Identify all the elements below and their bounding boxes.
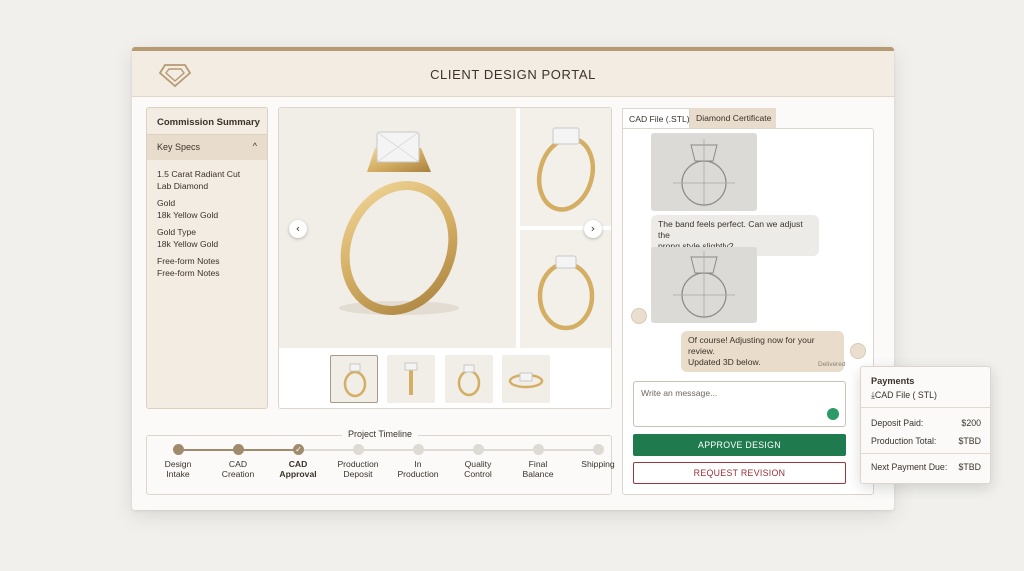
timeline-step-dot[interactable] xyxy=(413,444,424,455)
chevron-up-icon: ^ xyxy=(252,141,257,151)
spec-value: 18k Yellow Gold xyxy=(157,238,219,249)
key-specs-toggle[interactable]: Key Specs ^ xyxy=(147,135,267,160)
payment-row: Next Payment Due: $TBD xyxy=(871,462,981,472)
spec-label: 1.5 Carat Radiant Cut xyxy=(157,169,241,179)
spec-label: Gold Type xyxy=(157,227,197,237)
commission-summary-title: Commission Summary xyxy=(157,117,260,128)
header-bar: CLIENT DESIGN PORTAL xyxy=(132,47,894,97)
request-revision-button[interactable]: REQUEST REVISION xyxy=(633,462,846,484)
divider xyxy=(861,453,990,454)
approve-design-button[interactable]: APPROVE DESIGN xyxy=(633,434,846,456)
ring-illustration xyxy=(537,255,595,331)
ring-side-image[interactable] xyxy=(520,108,611,226)
timeline-step-dot[interactable] xyxy=(173,444,184,455)
spec-label: Gold xyxy=(157,198,176,208)
timeline-step-dot[interactable] xyxy=(353,444,364,455)
message-placeholder: Write an message... xyxy=(641,388,718,398)
gallery-thumbnail[interactable] xyxy=(330,355,378,403)
gallery-thumbnail[interactable] xyxy=(387,355,435,403)
page-title: CLIENT DESIGN PORTAL xyxy=(430,67,596,82)
cad-sketch-image[interactable] xyxy=(651,247,757,323)
timeline-step-dot[interactable] xyxy=(473,444,484,455)
key-specs-label: Key Specs xyxy=(157,142,201,152)
project-timeline: Project Timeline ✓ Design Intake CAD Creat… xyxy=(146,429,615,495)
next-image-button[interactable]: › xyxy=(584,220,602,238)
divider xyxy=(861,407,990,408)
message-input[interactable]: Write an message... xyxy=(633,381,846,427)
timeline-step-dot[interactable] xyxy=(593,444,604,455)
tab-cad-file[interactable]: CAD File (.STL) xyxy=(622,108,690,128)
tab-diamond-certificate[interactable]: Diamond Certificate xyxy=(690,108,776,128)
spec-item: Gold Type 18k Yellow Gold xyxy=(157,227,218,250)
spec-value: Lab Diamond xyxy=(157,180,209,191)
timeline-title: Project Timeline xyxy=(147,429,613,439)
timeline-step-dot[interactable] xyxy=(533,444,544,455)
commission-summary-panel: Commission Summary Key Specs ^ 1.5 Carat… xyxy=(146,107,268,409)
ring-front-image[interactable] xyxy=(520,230,611,348)
ring-main-image[interactable] xyxy=(279,108,516,348)
portal-window: CLIENT DESIGN PORTAL Commission Summary … xyxy=(132,47,894,510)
payments-title: Payments xyxy=(871,376,915,386)
timeline-step-dot[interactable] xyxy=(233,444,244,455)
ring-illustration xyxy=(339,131,459,315)
spec-item: 1.5 Carat Radiant Cut Lab Diamond xyxy=(157,169,240,192)
emoji-icon[interactable] xyxy=(827,408,839,420)
spec-item: Free-form Notes Free-form Notes xyxy=(157,256,220,279)
chat-panel: The band feels perfect. Can we adjust th… xyxy=(622,128,874,495)
ring-gallery: ‹ › xyxy=(278,107,612,409)
cad-sketch-image[interactable] xyxy=(651,133,757,211)
gallery-thumbnail[interactable] xyxy=(502,355,550,403)
payment-row: Production Total: $TBD xyxy=(871,436,981,446)
spec-value: 18k Yellow Gold xyxy=(157,209,219,220)
spec-item: Gold 18k Yellow Gold xyxy=(157,198,218,221)
client-avatar xyxy=(631,308,647,324)
gallery-thumbnail[interactable] xyxy=(445,355,493,403)
cad-file-download-link[interactable]: ⤓CAD File ( STL) xyxy=(871,390,937,401)
spec-value: Free-form Notes xyxy=(157,267,220,278)
prev-image-button[interactable]: ‹ xyxy=(289,220,307,238)
message-status: Delivered xyxy=(818,361,846,368)
payment-row: Deposit Paid: $200 xyxy=(871,418,981,428)
check-icon[interactable]: ✓ xyxy=(293,444,304,455)
timeline-remaining-line xyxy=(298,449,598,451)
payments-popover: Payments ⤓CAD File ( STL) Deposit Paid: $… xyxy=(860,366,991,484)
spec-label: Free-form Notes xyxy=(157,256,220,266)
ring-illustration xyxy=(536,127,596,212)
designer-avatar xyxy=(850,343,866,359)
